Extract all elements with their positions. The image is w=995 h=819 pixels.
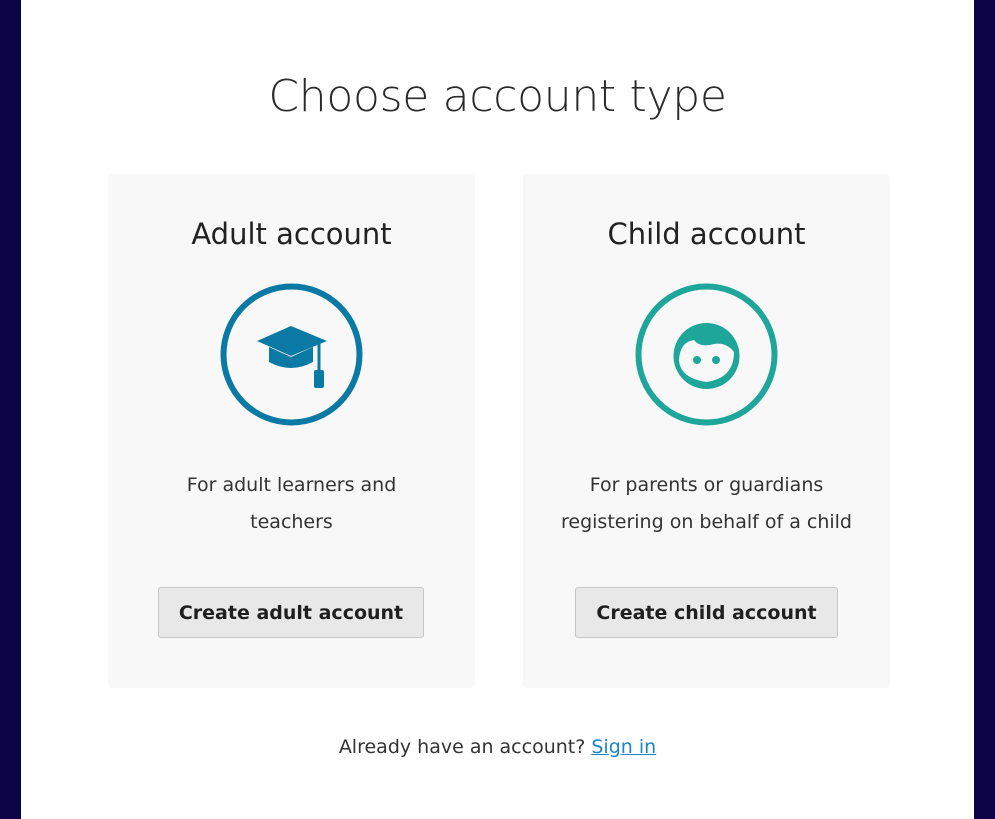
- create-child-account-button[interactable]: Create child account: [575, 587, 838, 638]
- create-adult-account-button[interactable]: Create adult account: [158, 587, 424, 638]
- adult-account-card: Adult account For adult learners and tea…: [108, 174, 475, 688]
- main-panel: Choose account type Adult account For ad…: [21, 0, 974, 819]
- signin-prompt-row: Already have an account? Sign in: [21, 736, 974, 758]
- child-face-icon: [635, 283, 778, 426]
- page-title: Choose account type: [268, 71, 727, 122]
- signin-prompt-text: Already have an account?: [338, 736, 592, 758]
- adult-card-description: For adult learners and teachers: [186, 474, 397, 533]
- child-card-description: For parents or guardians registering on …: [561, 474, 852, 533]
- signin-link[interactable]: Sign in: [591, 736, 656, 758]
- child-account-card: Child account For parents or guardians r…: [523, 174, 890, 688]
- graduation-cap-icon: [220, 283, 363, 426]
- child-card-title: Child account: [607, 217, 806, 251]
- adult-card-title: Adult account: [191, 217, 392, 251]
